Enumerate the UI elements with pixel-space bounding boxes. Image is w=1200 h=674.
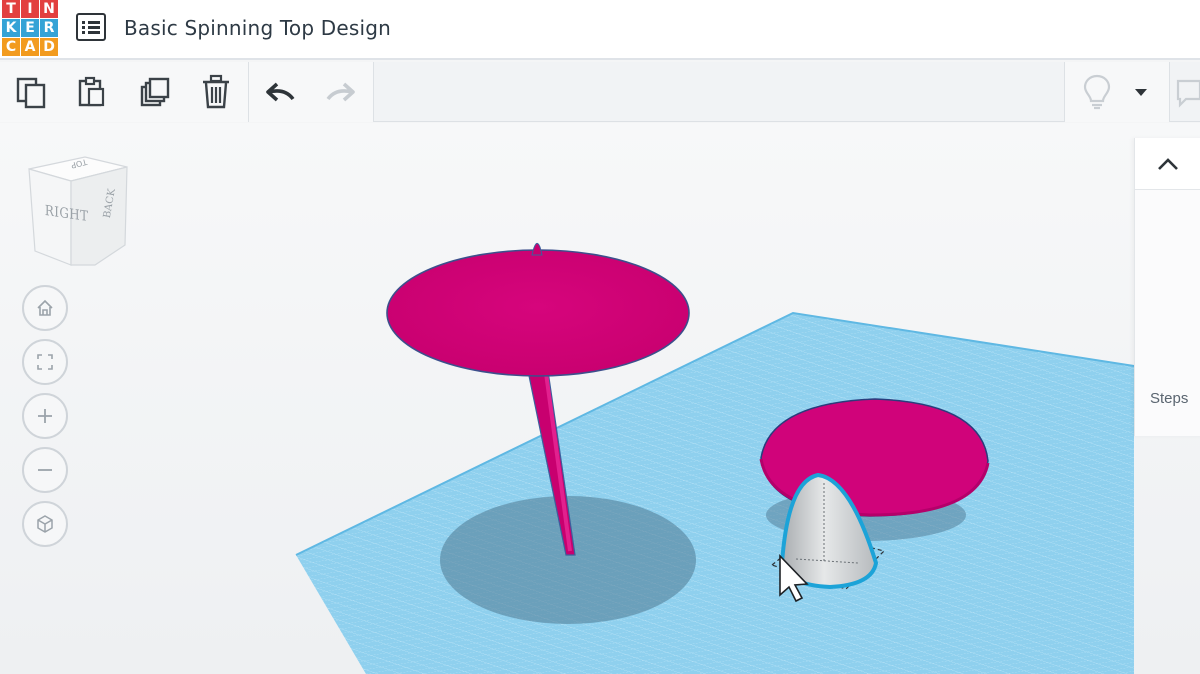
home-view-button[interactable] [22, 285, 68, 331]
logo-letter: R [40, 19, 58, 37]
logo-letter: C [2, 38, 20, 56]
tinkercad-logo[interactable]: TIN KER CAD [2, 0, 60, 58]
logo-letter: N [40, 0, 58, 18]
design-title[interactable]: Basic Spinning Top Design [124, 16, 391, 40]
zoom-out-button[interactable] [22, 447, 68, 493]
cube-icon [37, 515, 53, 533]
zoom-in-button[interactable] [22, 393, 68, 439]
ortho-view-button[interactable] [22, 501, 68, 547]
copy-icon [16, 77, 46, 109]
steps-panel: Steps [1134, 138, 1200, 436]
minus-icon [38, 469, 52, 471]
edit-tools-group [0, 62, 248, 122]
steps-tab[interactable]: Steps [1150, 390, 1188, 407]
view-cube[interactable]: TOP RIGHT BACK [25, 153, 135, 268]
logo-letter: E [21, 19, 39, 37]
trash-icon [203, 74, 229, 109]
paste-button[interactable] [71, 72, 111, 112]
header-bar: TIN KER CAD Basic Spinning Top Design [0, 0, 1200, 60]
history-tools-group [249, 62, 373, 122]
comment-icon [1176, 79, 1200, 108]
panel-collapse-button[interactable] [1135, 138, 1200, 190]
fit-view-button[interactable] [22, 339, 68, 385]
logo-letter: I [21, 0, 39, 18]
logo-letter: T [2, 0, 20, 18]
tinkercad-editor: TIN KER CAD Basic Spinning Top Design TOP … [0, 0, 1200, 674]
toolbar [0, 62, 1200, 122]
logo-letter: A [21, 38, 39, 56]
plus-icon [38, 409, 52, 423]
logo-letter: D [40, 38, 58, 56]
undo-icon [266, 82, 295, 102]
redo-button[interactable] [321, 72, 361, 112]
redo-icon [326, 82, 355, 102]
undo-button[interactable] [260, 72, 300, 112]
delete-button[interactable] [196, 72, 236, 112]
bulb-dropdown-button[interactable] [1123, 72, 1159, 112]
3d-viewport[interactable]: TOP RIGHT BACK [0, 123, 1200, 674]
paste-icon [78, 76, 105, 107]
light-bulb-button[interactable] [1077, 72, 1117, 112]
fit-icon [37, 354, 53, 370]
lightbulb-icon [1083, 74, 1111, 110]
design-list-button[interactable] [76, 13, 106, 41]
logo-letter: K [2, 19, 20, 37]
chevron-up-icon [1158, 157, 1178, 170]
notes-button[interactable] [1172, 72, 1200, 112]
duplicate-button[interactable] [135, 72, 175, 112]
duplicate-icon [140, 77, 170, 107]
home-icon [37, 299, 53, 316]
caret-down-icon [1135, 89, 1147, 96]
light-tools-group [1065, 62, 1169, 122]
copy-button[interactable] [11, 72, 51, 112]
scene-canvas[interactable] [0, 123, 1200, 674]
